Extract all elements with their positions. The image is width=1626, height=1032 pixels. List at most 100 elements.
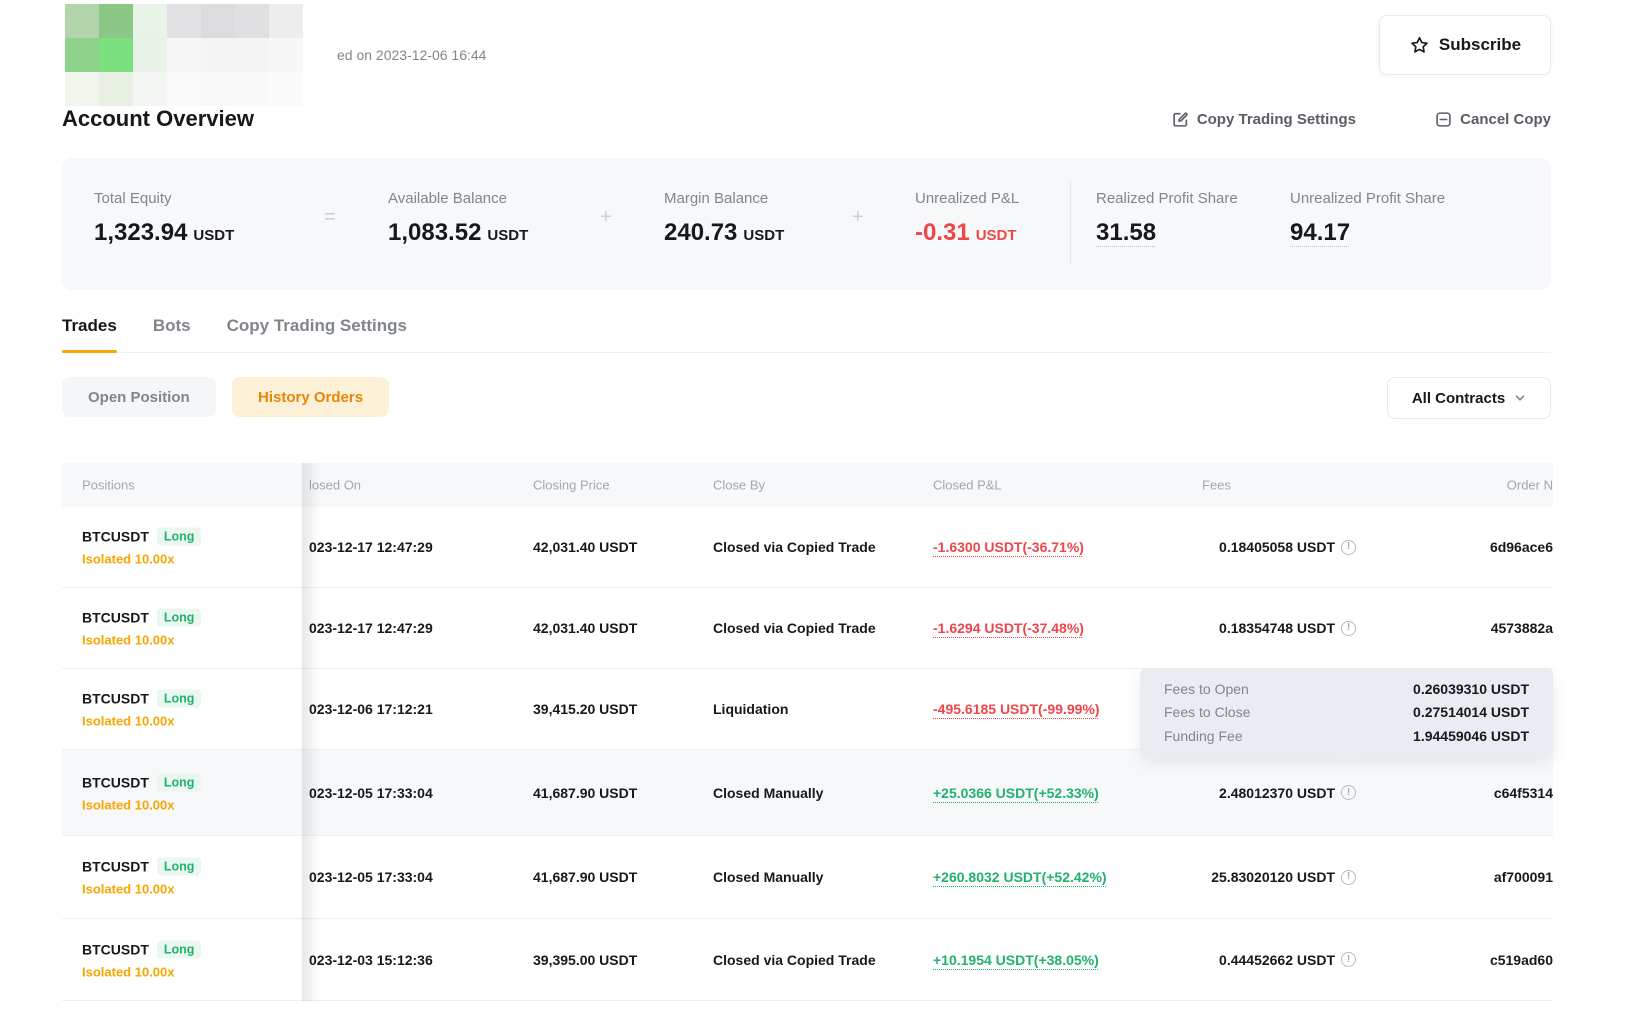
minus-square-icon <box>1435 111 1452 128</box>
tooltip-row: Funding Fee1.94459046 USDT <box>1164 724 1529 748</box>
closed-pnl-cell[interactable]: +25.0366 USDT(+52.33%) <box>933 785 1099 801</box>
stat-operator: = <box>324 206 336 229</box>
closing-price-cell: 39,415.20 USDT <box>533 701 637 717</box>
order-no-cell: c519ad60 <box>1490 952 1553 968</box>
closed-on-cell: 023-12-05 17:33:04 <box>309 869 433 885</box>
margin-mode-label: Isolated 10.00x <box>82 714 201 729</box>
info-icon[interactable]: ! <box>1341 785 1356 800</box>
fees-tooltip-caret <box>1340 755 1356 763</box>
closed-on-cell: 023-12-17 12:47:29 <box>309 539 433 555</box>
closing-price-cell: 42,031.40 USDT <box>533 620 637 636</box>
table-row: BTCUSDT Long Isolated 10.00x 023-12-03 1… <box>62 919 1553 1001</box>
margin-mode-label: Isolated 10.00x <box>82 964 201 979</box>
stat-label: Unrealized P&L <box>915 190 1019 207</box>
margin-mode-label: Isolated 10.00x <box>82 797 201 812</box>
column-header: Positions <box>82 478 135 493</box>
closed-on-cell: 023-12-03 15:12:36 <box>309 952 433 968</box>
close-by-cell: Closed via Copied Trade <box>713 620 876 636</box>
symbol-label: BTCUSDT <box>82 941 149 957</box>
close-by-cell: Liquidation <box>713 701 788 717</box>
tooltip-value: 0.26039310 USDT <box>1413 681 1529 697</box>
closed-on-cell: 023-12-06 17:12:21 <box>309 701 433 717</box>
edit-icon <box>1172 111 1189 128</box>
margin-mode-label: Isolated 10.00x <box>82 633 201 648</box>
copy-trading-settings-label: Copy Trading Settings <box>1197 111 1356 128</box>
closed-pnl-cell[interactable]: -1.6300 USDT(-36.71%) <box>933 539 1084 555</box>
star-icon <box>1409 35 1430 56</box>
closed-pnl-cell[interactable]: +260.8032 USDT(+52.42%) <box>933 869 1107 885</box>
fees-value: 0.18405058 USDT <box>1219 539 1335 555</box>
fees-cell: 0.18405058 USDT ! <box>1219 539 1356 555</box>
table-row: BTCUSDT Long Isolated 10.00x 023-12-05 1… <box>62 750 1553 836</box>
tab-bots[interactable]: Bots <box>153 316 191 352</box>
stat-value: 240.73USDT <box>664 219 784 247</box>
fees-cell: 0.44452662 USDT ! <box>1219 952 1356 968</box>
history-orders-table: Positionslosed OnClosing PriceClose ByCl… <box>62 463 1553 1002</box>
chevron-down-icon <box>1514 392 1526 404</box>
closed-pnl-cell[interactable]: -1.6294 USDT(-37.48%) <box>933 620 1084 636</box>
open-position-button[interactable]: Open Position <box>62 377 216 417</box>
side-badge: Long <box>157 528 202 546</box>
copied-on-date: ed on 2023-12-06 16:44 <box>337 47 486 63</box>
info-icon[interactable]: ! <box>1341 870 1356 885</box>
order-no-cell: af700091 <box>1494 869 1553 885</box>
stat-item[interactable]: Realized Profit Share 31.58 <box>1096 158 1238 247</box>
fees-value: 2.48012370 USDT <box>1219 785 1335 801</box>
subscribe-button[interactable]: Subscribe <box>1379 15 1551 75</box>
copy-trading-settings-link[interactable]: Copy Trading Settings <box>1172 111 1356 128</box>
stat-item[interactable]: Unrealized Profit Share94.17 <box>1290 158 1445 247</box>
info-icon[interactable]: ! <box>1341 540 1356 555</box>
closed-pnl-cell[interactable]: -495.6185 USDT(-99.99%) <box>933 701 1100 717</box>
fees-cell: 25.83020120 USDT ! <box>1211 869 1356 885</box>
contracts-filter-dropdown[interactable]: All Contracts <box>1387 377 1551 419</box>
fees-value: 0.18354748 USDT <box>1219 620 1335 636</box>
stat-label: Realized Profit Share <box>1096 190 1238 207</box>
stat-value: 1,323.94USDT <box>94 219 234 247</box>
stat-item: Margin Balance240.73USDT <box>664 158 784 247</box>
position-cell: BTCUSDT Long Isolated 10.00x <box>82 858 201 897</box>
stat-value: -0.31USDT <box>915 219 1019 247</box>
sticky-column-shadow <box>302 463 320 1001</box>
close-by-cell: Closed via Copied Trade <box>713 539 876 555</box>
side-badge: Long <box>157 773 202 791</box>
symbol-label: BTCUSDT <box>82 691 149 707</box>
cancel-copy-link[interactable]: Cancel Copy <box>1435 111 1551 128</box>
stat-item: Unrealized P&L -0.31USDT <box>915 158 1019 247</box>
fees-cell: 2.48012370 USDT ! <box>1219 785 1356 801</box>
position-cell: BTCUSDT Long Isolated 10.00x <box>82 773 201 812</box>
side-badge: Long <box>157 690 202 708</box>
close-by-cell: Closed Manually <box>713 869 823 885</box>
stat-item: Total Equity 1,323.94USDT <box>94 158 234 247</box>
position-cell: BTCUSDT Long Isolated 10.00x <box>82 940 201 979</box>
stat-value: 94.17 <box>1290 219 1445 247</box>
stat-item: Available Balance 1,083.52USDT <box>388 158 528 247</box>
stat-label: Available Balance <box>388 190 528 207</box>
symbol-label: BTCUSDT <box>82 610 149 626</box>
order-no-cell: c64f5314 <box>1494 785 1553 801</box>
stat-operator: + <box>852 206 864 229</box>
history-orders-button[interactable]: History Orders <box>232 377 389 417</box>
stat-value: 1,083.52USDT <box>388 219 528 247</box>
fees-tooltip: Fees to Open0.26039310 USDTFees to Close… <box>1140 668 1553 756</box>
closed-on-cell: 023-12-05 17:33:04 <box>309 785 433 801</box>
column-header: Close By <box>713 478 765 493</box>
trader-avatar-blurred <box>65 4 303 106</box>
contracts-filter-label: All Contracts <box>1412 390 1505 407</box>
position-cell: BTCUSDT Long Isolated 10.00x <box>82 609 201 648</box>
info-icon[interactable]: ! <box>1341 952 1356 967</box>
symbol-label: BTCUSDT <box>82 859 149 875</box>
tab-copy-trading-settings[interactable]: Copy Trading Settings <box>227 316 407 352</box>
close-by-cell: Closed via Copied Trade <box>713 952 876 968</box>
tab-trades[interactable]: Trades <box>62 316 117 352</box>
tooltip-label: Fees to Close <box>1164 704 1250 720</box>
closing-price-cell: 41,687.90 USDT <box>533 785 637 801</box>
stat-operator: + <box>600 206 612 229</box>
stat-value: 31.58 <box>1096 219 1238 247</box>
stat-label: Total Equity <box>94 190 234 207</box>
closing-price-cell: 41,687.90 USDT <box>533 869 637 885</box>
side-badge: Long <box>157 940 202 958</box>
position-cell: BTCUSDT Long Isolated 10.00x <box>82 690 201 729</box>
closed-pnl-cell[interactable]: +10.1954 USDT(+38.05%) <box>933 952 1099 968</box>
info-icon[interactable]: ! <box>1341 621 1356 636</box>
tooltip-value: 1.94459046 USDT <box>1413 728 1529 744</box>
